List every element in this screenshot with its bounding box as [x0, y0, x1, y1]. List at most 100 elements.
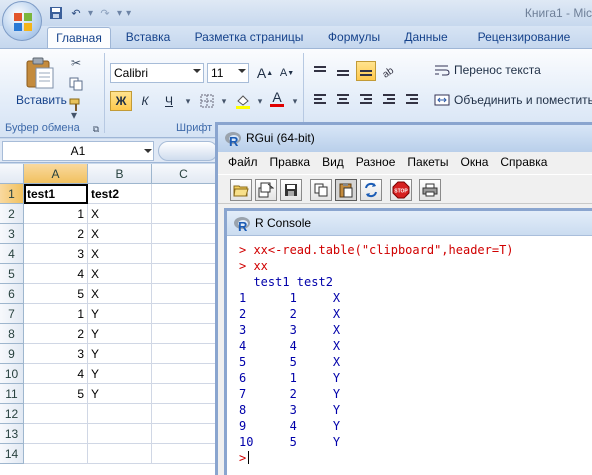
format-painter-icon[interactable] [68, 97, 84, 113]
cell[interactable] [88, 404, 152, 424]
redo-dropdown-icon[interactable]: ▾ [117, 8, 122, 19]
merge-center-button[interactable]: Объединить и поместить [434, 93, 592, 107]
save-workspace-button[interactable] [280, 179, 302, 201]
cell[interactable]: 3 [24, 244, 88, 264]
align-center-button[interactable] [333, 89, 353, 109]
row-header[interactable]: 8 [0, 324, 24, 344]
underline-dropdown-icon[interactable]: ▾ [180, 93, 196, 109]
tab-page-layout[interactable]: Разметка страницы [190, 27, 308, 48]
cell[interactable]: Y [88, 304, 152, 324]
column-header-a[interactable]: A [24, 164, 88, 184]
column-header-c[interactable]: C [152, 164, 216, 184]
paste-icon[interactable] [25, 57, 55, 89]
cell[interactable] [88, 424, 152, 444]
column-header-b[interactable]: B [88, 164, 152, 184]
cell[interactable]: X [88, 224, 152, 244]
stop-button[interactable]: STOP [390, 179, 412, 201]
row-header[interactable]: 2 [0, 204, 24, 224]
cell[interactable]: 4 [24, 364, 88, 384]
cell[interactable] [152, 384, 216, 404]
cell[interactable] [24, 424, 88, 444]
cell[interactable] [24, 444, 88, 464]
console-prompt-line[interactable]: > [239, 451, 250, 467]
row-header[interactable]: 3 [0, 224, 24, 244]
paste-button[interactable] [335, 179, 357, 201]
cell[interactable]: test2 [88, 184, 152, 204]
save-icon[interactable] [48, 5, 64, 21]
cell[interactable]: 3 [24, 344, 88, 364]
menu-misc[interactable]: Разное [356, 152, 396, 172]
customize-qat-icon[interactable]: ▾ [126, 8, 131, 19]
cell[interactable]: X [88, 204, 152, 224]
cell[interactable]: 5 [24, 384, 88, 404]
cell[interactable] [152, 344, 216, 364]
cell[interactable]: Y [88, 384, 152, 404]
tab-data[interactable]: Данные [398, 27, 454, 48]
increase-indent-button[interactable] [402, 89, 422, 109]
row-header[interactable]: 9 [0, 344, 24, 364]
font-color-button[interactable]: A [266, 89, 288, 109]
font-color-dropdown-icon[interactable]: ▾ [287, 93, 303, 109]
decrease-indent-button[interactable] [379, 89, 399, 109]
clipboard-launcher-icon[interactable]: ⧉ [88, 121, 104, 137]
undo-dropdown-icon[interactable]: ▾ [88, 8, 93, 19]
cell[interactable]: X [88, 284, 152, 304]
wrap-text-button[interactable]: Перенос текста [434, 63, 541, 77]
copy-button[interactable] [310, 179, 332, 201]
name-box-dropdown-icon[interactable] [144, 149, 152, 153]
tab-insert[interactable]: Вставка [118, 27, 178, 48]
cell[interactable] [152, 204, 216, 224]
italic-button[interactable]: К [134, 91, 156, 111]
font-name-select[interactable]: Calibri [110, 63, 204, 83]
undo-icon[interactable]: ↶ [68, 5, 84, 21]
align-middle-button[interactable] [333, 61, 353, 81]
cell[interactable] [88, 444, 152, 464]
cell[interactable] [152, 184, 216, 204]
cell[interactable] [152, 224, 216, 244]
fill-color-button[interactable] [232, 91, 254, 111]
shrink-font-button[interactable]: A ▼ [276, 63, 298, 83]
underline-button[interactable]: Ч [158, 91, 180, 111]
menu-windows[interactable]: Окна [461, 152, 489, 172]
cell[interactable] [152, 404, 216, 424]
row-header[interactable]: 5 [0, 264, 24, 284]
redo-icon[interactable]: ↷ [97, 5, 113, 21]
cell[interactable] [152, 244, 216, 264]
grow-font-button[interactable]: A ▲ [254, 63, 276, 83]
tab-review[interactable]: Рецензирование [468, 27, 580, 48]
cell[interactable]: X [88, 264, 152, 284]
align-bottom-button[interactable] [356, 61, 376, 81]
row-header[interactable]: 1 [0, 184, 24, 204]
row-header[interactable]: 14 [0, 444, 24, 464]
menu-file[interactable]: Файл [228, 152, 258, 172]
cell[interactable]: Y [88, 324, 152, 344]
cell[interactable]: test1 [24, 184, 88, 204]
cell[interactable]: 1 [24, 204, 88, 224]
font-size-select[interactable]: 11 [207, 63, 249, 83]
copy-paste-button[interactable] [360, 179, 382, 201]
cell[interactable] [152, 424, 216, 444]
row-header[interactable]: 12 [0, 404, 24, 424]
menu-view[interactable]: Вид [322, 152, 344, 172]
cell[interactable]: 2 [24, 324, 88, 344]
cell[interactable] [152, 324, 216, 344]
align-top-button[interactable] [310, 61, 330, 81]
menu-help[interactable]: Справка [500, 152, 547, 172]
cell[interactable]: X [88, 244, 152, 264]
r-console-output[interactable]: > xx<-read.table("clipboard",header=T) > … [227, 237, 592, 475]
select-all-corner[interactable] [0, 164, 24, 184]
cell[interactable]: 2 [24, 224, 88, 244]
row-header[interactable]: 7 [0, 304, 24, 324]
load-workspace-button[interactable] [255, 179, 277, 201]
tab-home[interactable]: Главная [47, 27, 111, 48]
row-header[interactable]: 13 [0, 424, 24, 444]
cell[interactable] [152, 264, 216, 284]
cell[interactable]: 5 [24, 284, 88, 304]
text-orientation-button[interactable]: ab [379, 61, 399, 81]
align-right-button[interactable] [356, 89, 376, 109]
menu-packages[interactable]: Пакеты [407, 152, 448, 172]
cell[interactable]: Y [88, 364, 152, 384]
cell[interactable] [152, 304, 216, 324]
open-script-button[interactable] [230, 179, 252, 201]
row-header[interactable]: 4 [0, 244, 24, 264]
